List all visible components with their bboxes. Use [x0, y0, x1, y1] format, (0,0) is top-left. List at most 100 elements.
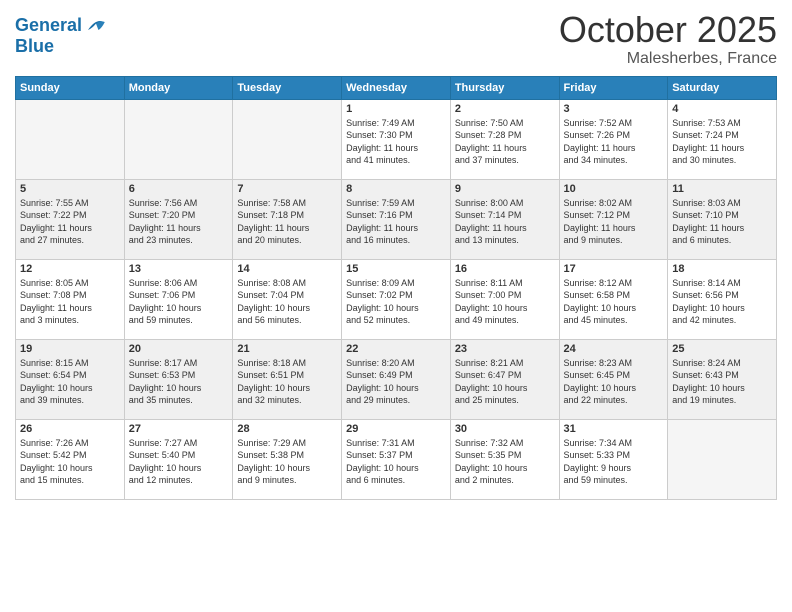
calendar-cell: 19 Sunrise: 8:15 AM Sunset: 6:54 PM Dayli…: [16, 339, 125, 419]
day-number: 10: [564, 183, 664, 195]
cell-content: Sunrise: 8:09 AM Sunset: 7:02 PM Dayligh…: [346, 277, 446, 327]
calendar-cell: 16Sunrise: 8:11 AM Sunset: 7:00 PM Dayli…: [450, 259, 559, 339]
day-number: 18: [672, 263, 772, 275]
cell-content: Sunrise: 7:34 AM Sunset: 5:33 PM Dayligh…: [564, 437, 664, 487]
calendar-cell: 5 Sunrise: 7:55 AM Sunset: 7:22 PM Daylig…: [16, 179, 125, 259]
cell-content: Sunrise: 8:18 AM Sunset: 6:51 PM Dayligh…: [237, 357, 337, 407]
calendar-week-1: 1 Sunrise: 7:49 AM Sunset: 7:30 PM Daylig…: [16, 99, 777, 179]
cell-content: Sunrise: 7:50 AM Sunset: 7:28 PM Dayligh…: [455, 117, 555, 167]
day-number: 3: [564, 103, 664, 115]
cell-content: Sunrise: 8:03 AM Sunset: 7:10 PM Dayligh…: [672, 197, 772, 247]
day-number: 23: [455, 343, 555, 355]
day-number: 26: [20, 423, 120, 435]
calendar-cell: 27Sunrise: 7:27 AM Sunset: 5:40 PM Dayli…: [124, 419, 233, 499]
day-number: 14: [237, 263, 337, 275]
day-header-saturday: Saturday: [668, 76, 777, 99]
cell-content: Sunrise: 7:49 AM Sunset: 7:30 PM Dayligh…: [346, 117, 446, 167]
day-number: 12: [20, 263, 120, 275]
calendar-cell: [233, 99, 342, 179]
calendar-cell: 17 Sunrise: 8:12 AM Sunset: 6:58 PM Dayli…: [559, 259, 668, 339]
calendar-cell: 1 Sunrise: 7:49 AM Sunset: 7:30 PM Daylig…: [342, 99, 451, 179]
calendar-cell: 29Sunrise: 7:31 AM Sunset: 5:37 PM Dayli…: [342, 419, 451, 499]
cell-content: Sunrise: 8:06 AM Sunset: 7:06 PM Dayligh…: [129, 277, 229, 327]
cell-content: Sunrise: 7:31 AM Sunset: 5:37 PM Dayligh…: [346, 437, 446, 487]
day-number: 25: [672, 343, 772, 355]
day-number: 31: [564, 423, 664, 435]
logo-text: General: [15, 16, 82, 36]
calendar-cell: 30 Sunrise: 7:32 AM Sunset: 5:35 PM Dayli…: [450, 419, 559, 499]
cell-content: Sunrise: 8:24 AM Sunset: 6:43 PM Dayligh…: [672, 357, 772, 407]
calendar-cell: 2Sunrise: 7:50 AM Sunset: 7:28 PM Daylig…: [450, 99, 559, 179]
calendar-cell: 20 Sunrise: 8:17 AM Sunset: 6:53 PM Dayli…: [124, 339, 233, 419]
day-header-wednesday: Wednesday: [342, 76, 451, 99]
cell-content: Sunrise: 8:23 AM Sunset: 6:45 PM Dayligh…: [564, 357, 664, 407]
day-header-thursday: Thursday: [450, 76, 559, 99]
day-header-tuesday: Tuesday: [233, 76, 342, 99]
cell-content: Sunrise: 8:11 AM Sunset: 7:00 PM Dayligh…: [455, 277, 555, 327]
calendar-header-row: SundayMondayTuesdayWednesdayThursdayFrid…: [16, 76, 777, 99]
day-header-monday: Monday: [124, 76, 233, 99]
logo-blue: Blue: [15, 36, 108, 57]
day-number: 27: [129, 423, 229, 435]
day-number: 9: [455, 183, 555, 195]
cell-content: Sunrise: 7:56 AM Sunset: 7:20 PM Dayligh…: [129, 197, 229, 247]
cell-content: Sunrise: 8:17 AM Sunset: 6:53 PM Dayligh…: [129, 357, 229, 407]
calendar-cell: 15 Sunrise: 8:09 AM Sunset: 7:02 PM Dayli…: [342, 259, 451, 339]
day-number: 11: [672, 183, 772, 195]
calendar-cell: 23 Sunrise: 8:21 AM Sunset: 6:47 PM Dayli…: [450, 339, 559, 419]
calendar-cell: 22 Sunrise: 8:20 AM Sunset: 6:49 PM Dayli…: [342, 339, 451, 419]
month-title: October 2025: [559, 10, 777, 50]
calendar-week-3: 12 Sunrise: 8:05 AM Sunset: 7:08 PM Dayli…: [16, 259, 777, 339]
logo: General Blue: [15, 14, 108, 57]
day-number: 19: [20, 343, 120, 355]
day-number: 21: [237, 343, 337, 355]
cell-content: Sunrise: 8:02 AM Sunset: 7:12 PM Dayligh…: [564, 197, 664, 247]
calendar-cell: [16, 99, 125, 179]
cell-content: Sunrise: 7:32 AM Sunset: 5:35 PM Dayligh…: [455, 437, 555, 487]
calendar-cell: 9 Sunrise: 8:00 AM Sunset: 7:14 PM Daylig…: [450, 179, 559, 259]
day-number: 22: [346, 343, 446, 355]
day-number: 15: [346, 263, 446, 275]
calendar-week-5: 26 Sunrise: 7:26 AM Sunset: 5:42 PM Dayli…: [16, 419, 777, 499]
cell-content: Sunrise: 8:14 AM Sunset: 6:56 PM Dayligh…: [672, 277, 772, 327]
day-number: 28: [237, 423, 337, 435]
calendar-cell: 31 Sunrise: 7:34 AM Sunset: 5:33 PM Dayli…: [559, 419, 668, 499]
calendar-cell: 10 Sunrise: 8:02 AM Sunset: 7:12 PM Dayli…: [559, 179, 668, 259]
calendar-cell: 12 Sunrise: 8:05 AM Sunset: 7:08 PM Dayli…: [16, 259, 125, 339]
calendar-cell: 14 Sunrise: 8:08 AM Sunset: 7:04 PM Dayli…: [233, 259, 342, 339]
cell-content: Sunrise: 7:55 AM Sunset: 7:22 PM Dayligh…: [20, 197, 120, 247]
day-header-friday: Friday: [559, 76, 668, 99]
day-number: 7: [237, 183, 337, 195]
day-number: 17: [564, 263, 664, 275]
location: Malesherbes, France: [559, 50, 777, 68]
day-number: 30: [455, 423, 555, 435]
cell-content: Sunrise: 8:05 AM Sunset: 7:08 PM Dayligh…: [20, 277, 120, 327]
calendar-cell: 11 Sunrise: 8:03 AM Sunset: 7:10 PM Dayli…: [668, 179, 777, 259]
calendar-cell: 7 Sunrise: 7:58 AM Sunset: 7:18 PM Daylig…: [233, 179, 342, 259]
calendar-table: SundayMondayTuesdayWednesdayThursdayFrid…: [15, 76, 777, 500]
calendar-cell: 6Sunrise: 7:56 AM Sunset: 7:20 PM Daylig…: [124, 179, 233, 259]
day-number: 8: [346, 183, 446, 195]
header: General Blue October 2025 Malesherbes, F…: [15, 10, 777, 68]
cell-content: Sunrise: 8:15 AM Sunset: 6:54 PM Dayligh…: [20, 357, 120, 407]
cell-content: Sunrise: 7:58 AM Sunset: 7:18 PM Dayligh…: [237, 197, 337, 247]
cell-content: Sunrise: 7:53 AM Sunset: 7:24 PM Dayligh…: [672, 117, 772, 167]
cell-content: Sunrise: 8:00 AM Sunset: 7:14 PM Dayligh…: [455, 197, 555, 247]
calendar-cell: 26 Sunrise: 7:26 AM Sunset: 5:42 PM Dayli…: [16, 419, 125, 499]
calendar-cell: [668, 419, 777, 499]
calendar-cell: 25 Sunrise: 8:24 AM Sunset: 6:43 PM Dayli…: [668, 339, 777, 419]
cell-content: Sunrise: 8:20 AM Sunset: 6:49 PM Dayligh…: [346, 357, 446, 407]
calendar-body: 1 Sunrise: 7:49 AM Sunset: 7:30 PM Daylig…: [16, 99, 777, 499]
cell-content: Sunrise: 7:29 AM Sunset: 5:38 PM Dayligh…: [237, 437, 337, 487]
cell-content: Sunrise: 8:12 AM Sunset: 6:58 PM Dayligh…: [564, 277, 664, 327]
calendar-cell: 3Sunrise: 7:52 AM Sunset: 7:26 PM Daylig…: [559, 99, 668, 179]
cell-content: Sunrise: 7:26 AM Sunset: 5:42 PM Dayligh…: [20, 437, 120, 487]
cell-content: Sunrise: 8:21 AM Sunset: 6:47 PM Dayligh…: [455, 357, 555, 407]
day-number: 5: [20, 183, 120, 195]
cell-content: Sunrise: 8:08 AM Sunset: 7:04 PM Dayligh…: [237, 277, 337, 327]
day-number: 13: [129, 263, 229, 275]
calendar-cell: 13 Sunrise: 8:06 AM Sunset: 7:06 PM Dayli…: [124, 259, 233, 339]
day-number: 20: [129, 343, 229, 355]
page-container: General Blue October 2025 Malesherbes, F…: [0, 0, 792, 510]
day-number: 1: [346, 103, 446, 115]
